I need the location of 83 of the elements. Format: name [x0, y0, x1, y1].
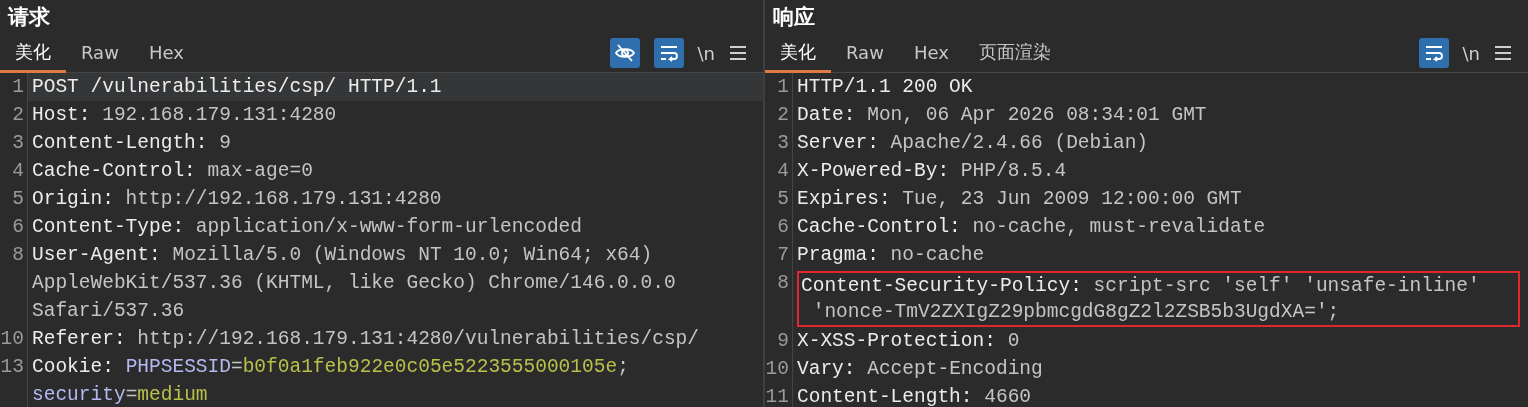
code-text: Apache/2.4.66 (Debian): [889, 132, 1149, 154]
code-text: AppleWebKit/537.36 (KHTML, like Gecko) Chrome/146.0.0.0: [32, 272, 676, 294]
line-number: 4: [12, 160, 24, 182]
code-text: Referer:: [32, 328, 126, 350]
code-text: X-XSS-Protection:: [797, 330, 996, 352]
code-text: =: [125, 384, 138, 406]
line-number: 13: [0, 356, 24, 378]
code-text: Host:: [32, 104, 91, 126]
line-number: 1: [12, 76, 24, 98]
code-text: medium: [137, 384, 208, 406]
code-text: Content-Type:: [32, 216, 185, 238]
code-text: security: [32, 384, 126, 406]
line-number: 5: [777, 188, 789, 210]
code-text: Content-Length:: [797, 386, 973, 407]
line-number: 6: [12, 216, 24, 238]
tab[interactable]: 美化: [765, 34, 831, 73]
code-text: 'nonce-TmV2ZXIgZ29pbmcgdG8gZ2l2ZSB5b3UgdXA=';: [811, 301, 1340, 323]
code-text: 9: [218, 132, 231, 154]
code-text: Tue, 23 Jun 2009 12:00:00 GMT: [901, 188, 1242, 210]
panel-title: 响应: [772, 4, 816, 31]
tab[interactable]: Hex: [898, 34, 964, 73]
code-text: no-cache, must-revalidate: [971, 216, 1266, 238]
code-text: PHP/8.5.4: [959, 160, 1067, 182]
code-text: b0f0a1feb922e0c05e5223555000105e: [242, 356, 618, 378]
code-text: http://192.168.179.131:4280: [124, 188, 442, 210]
code-text: application/x-www-form-urlencoded: [194, 216, 582, 238]
tab[interactable]: 页面渲染: [963, 34, 1066, 73]
line-number: 5: [12, 188, 24, 210]
hide-toggle-button[interactable]: [609, 38, 640, 68]
tab[interactable]: Hex: [133, 34, 199, 73]
eye-slash-icon: [613, 42, 636, 64]
code-text: no-cache: [889, 244, 985, 266]
code-text: Safari/537.36: [32, 300, 185, 322]
code-text: Cache-Control:: [797, 216, 961, 238]
code-text: 192.168.179.131:4280: [101, 104, 337, 126]
line-number: 2: [777, 104, 789, 126]
newline-toggle[interactable]: \n: [697, 42, 715, 64]
code-text: HTTP/1.1 200 OK: [797, 76, 973, 98]
line-number: 7: [777, 244, 789, 266]
line-number: 1: [777, 76, 789, 98]
code-text: script-src 'self' 'unsafe-inline': [1092, 275, 1480, 297]
code-text: http://192.168.179.131:4280/vulnerabilities/csp/: [136, 328, 700, 350]
line-number: 8: [777, 272, 789, 294]
line-number: 10: [765, 358, 789, 380]
wrap-toggle-button[interactable]: [1418, 38, 1449, 68]
line-number: 4: [777, 160, 789, 182]
code-text: Pragma:: [797, 244, 879, 266]
menu-icon[interactable]: [729, 45, 747, 61]
code-text: =: [230, 356, 243, 378]
wrap-toggle-button[interactable]: [653, 38, 684, 68]
code-text: Server:: [797, 132, 879, 154]
code-text: Cache-Control:: [32, 160, 196, 182]
code-text: POST /vulnerabilities/csp/ HTTP/1.1: [32, 76, 442, 98]
line-number: 9: [777, 330, 789, 352]
line-number: 6: [777, 216, 789, 238]
menu-icon[interactable]: [1494, 45, 1512, 61]
code-text: Content-Length:: [32, 132, 208, 154]
code-text: 0: [1006, 330, 1020, 352]
code-text: User-Agent:: [32, 244, 161, 266]
line-number: 3: [777, 132, 789, 154]
line-number: 3: [12, 132, 24, 154]
line-number: 11: [765, 386, 789, 407]
panel-title: 请求: [6, 4, 51, 31]
code-text: Mozilla/5.0 (Windows NT 10.0; Win64; x64): [171, 244, 653, 266]
code-text: ;: [617, 356, 629, 378]
code-text: 4660: [983, 386, 1032, 407]
code-text: Content-Security-Policy:: [801, 275, 1082, 297]
code-text: X-Powered-By:: [797, 160, 950, 182]
newline-toggle[interactable]: \n: [1462, 42, 1480, 64]
code-text: Accept-Encoding: [866, 358, 1043, 380]
line-number: 2: [12, 104, 24, 126]
code-text: Date:: [797, 104, 856, 126]
code-text: Cookie:: [32, 356, 115, 378]
line-number: 10: [0, 328, 24, 350]
code-text: Expires:: [797, 188, 891, 210]
code-text: max-age=0: [206, 160, 313, 182]
tab[interactable]: Raw: [66, 34, 134, 73]
code-text: PHPSESSID: [125, 356, 231, 378]
code-text: Origin:: [32, 188, 114, 210]
tab[interactable]: Raw: [831, 34, 899, 73]
line-number: 8: [12, 244, 24, 266]
code-text: Vary:: [797, 358, 856, 380]
code-text: Mon, 06 Apr 2026 08:34:01 GMT: [866, 104, 1207, 126]
